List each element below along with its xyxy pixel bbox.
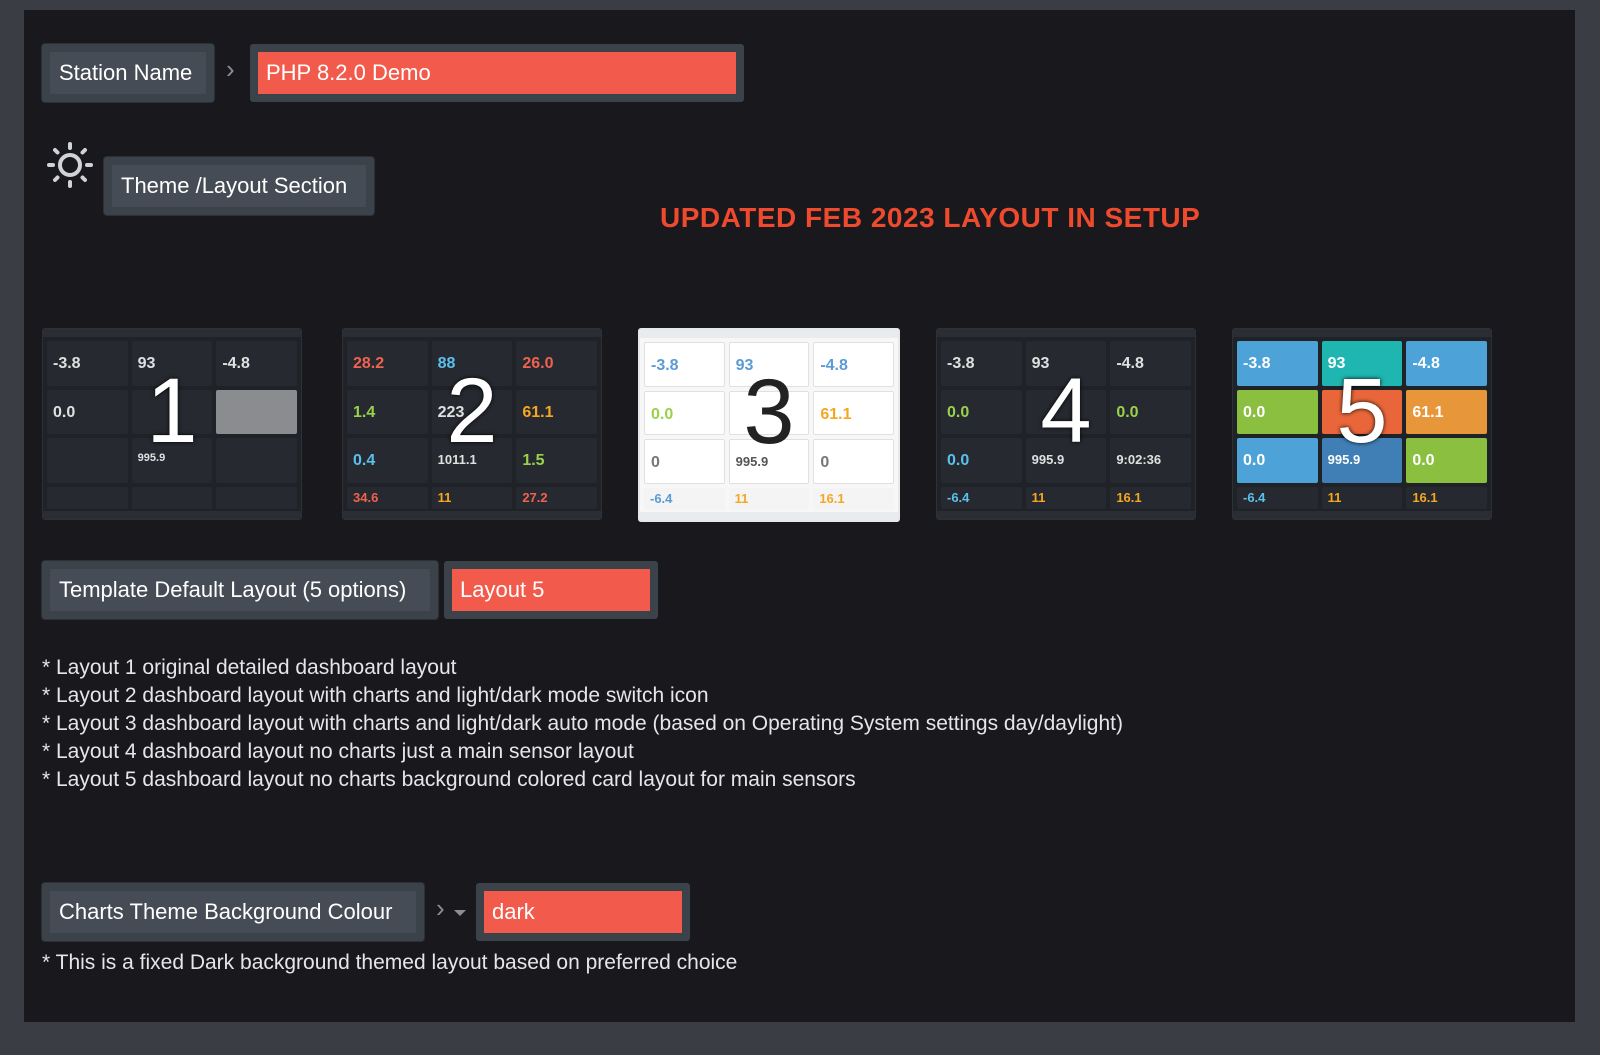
layout-description: * Layout 5 dashboard layout no charts ba…: [42, 768, 856, 791]
layout-description: * Layout 3 dashboard layout with charts …: [42, 712, 1123, 735]
layout-5-thumbnail[interactable]: -3.8 93 -4.8 0.0 61.1 0.0 995.9 0.0 -6.4…: [1232, 328, 1492, 520]
charts-theme-note: * This is a fixed Dark background themed…: [42, 951, 738, 974]
layout-4-thumbnail[interactable]: -3.8 93 -4.8 0.0 0.0 0.0 995.9 9:02:36 -…: [936, 328, 1196, 520]
layout-number: 5: [1336, 360, 1388, 462]
template-default-layout-label: Template Default Layout (5 options): [42, 561, 438, 619]
layout-2-value: 34.6: [353, 490, 379, 505]
layout-1-thumbnail[interactable]: -3.8 93 -4.8 0.0 995.9 1: [42, 328, 302, 520]
charts-theme-select[interactable]: dark: [476, 883, 690, 941]
layout-3-value: 16.1: [819, 491, 845, 506]
layout-number: 2: [446, 360, 498, 462]
sun-icon: [47, 142, 93, 188]
theme-layout-section-label: Theme /Layout Section: [104, 157, 374, 215]
charts-theme-label: Charts Theme Background Colour: [42, 883, 424, 941]
layout-description: * Layout 2 dashboard layout with charts …: [42, 684, 709, 707]
layout-2-value: 27.2: [522, 490, 548, 505]
layout-number: 1: [146, 360, 198, 462]
layout-3-value: 11: [734, 491, 749, 506]
layout-3-thumbnail[interactable]: -3.8 93 -4.8 0.0 61.1 0 995.9 0 -6.4 11 …: [638, 328, 900, 522]
layout-5-value: 16.1: [1412, 490, 1438, 505]
chevron-right-icon: ›: [226, 54, 235, 84]
layout-description: * Layout 4 dashboard layout no charts ju…: [42, 740, 634, 763]
layout-4-value: -6.4: [947, 490, 970, 505]
layout-2-value: 11: [437, 490, 452, 505]
layout-description: * Layout 1 original detailed dashboard l…: [42, 656, 457, 679]
layout-number: 3: [743, 361, 795, 463]
chevron-right-icon: ›: [436, 893, 445, 923]
layout-4-value: 16.1: [1116, 490, 1142, 505]
layout-3-value: -6.4: [650, 491, 673, 506]
layout-4-value: 11: [1031, 490, 1046, 505]
station-name-label: Station Name: [42, 44, 214, 102]
station-name-input[interactable]: PHP 8.2.0 Demo: [250, 44, 744, 102]
layout-5-value: -6.4: [1243, 490, 1266, 505]
chevron-down-icon[interactable]: [454, 910, 466, 916]
layout-2-thumbnail[interactable]: 28.2 88 26.0 1.4 223 61.1 0.4 1011.1 1.5…: [342, 328, 602, 520]
layout-number: 4: [1040, 360, 1092, 462]
layout-5-value: 11: [1327, 490, 1342, 505]
update-notice: UPDATED FEB 2023 LAYOUT IN SETUP: [660, 202, 1201, 233]
template-layout-select[interactable]: Layout 5: [444, 561, 658, 619]
